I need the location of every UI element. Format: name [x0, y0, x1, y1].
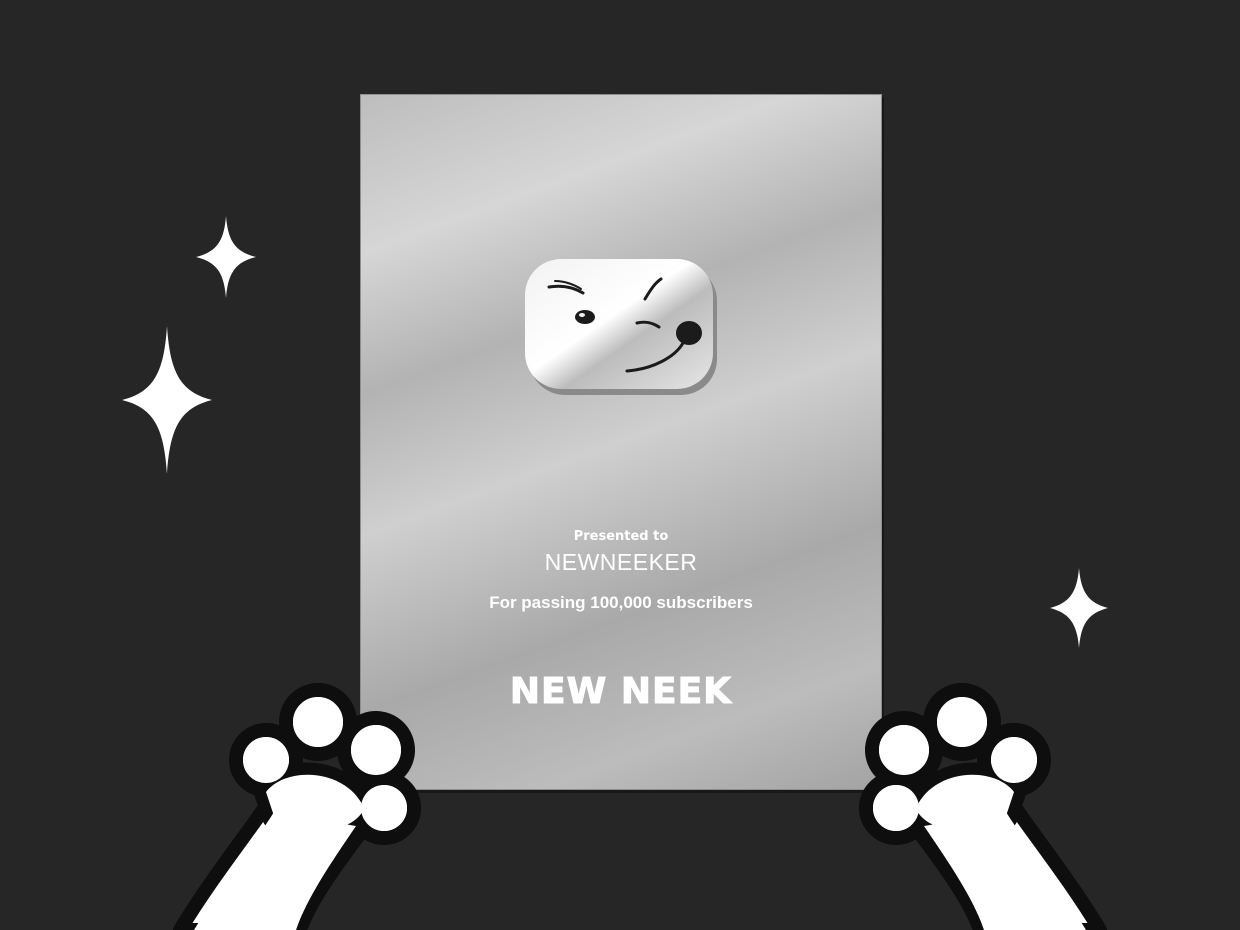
sparkle-icon-right: [1050, 568, 1108, 648]
sparkle-icon-large-left: [122, 326, 212, 474]
illustration-scene: Presented to NEWNEEKER For passing 100,0…: [0, 0, 1240, 930]
recipient-name: NEWNEEKER: [544, 549, 698, 575]
milestone-text: For passing 100,000 subscribers: [489, 593, 753, 612]
left-paw-icon: [173, 683, 421, 930]
sparkle-icon-small-top-left: [196, 216, 256, 298]
play-button-face-icon: [525, 259, 717, 395]
right-paw-icon: [859, 683, 1107, 930]
presented-to-label: Presented to: [573, 529, 669, 544]
